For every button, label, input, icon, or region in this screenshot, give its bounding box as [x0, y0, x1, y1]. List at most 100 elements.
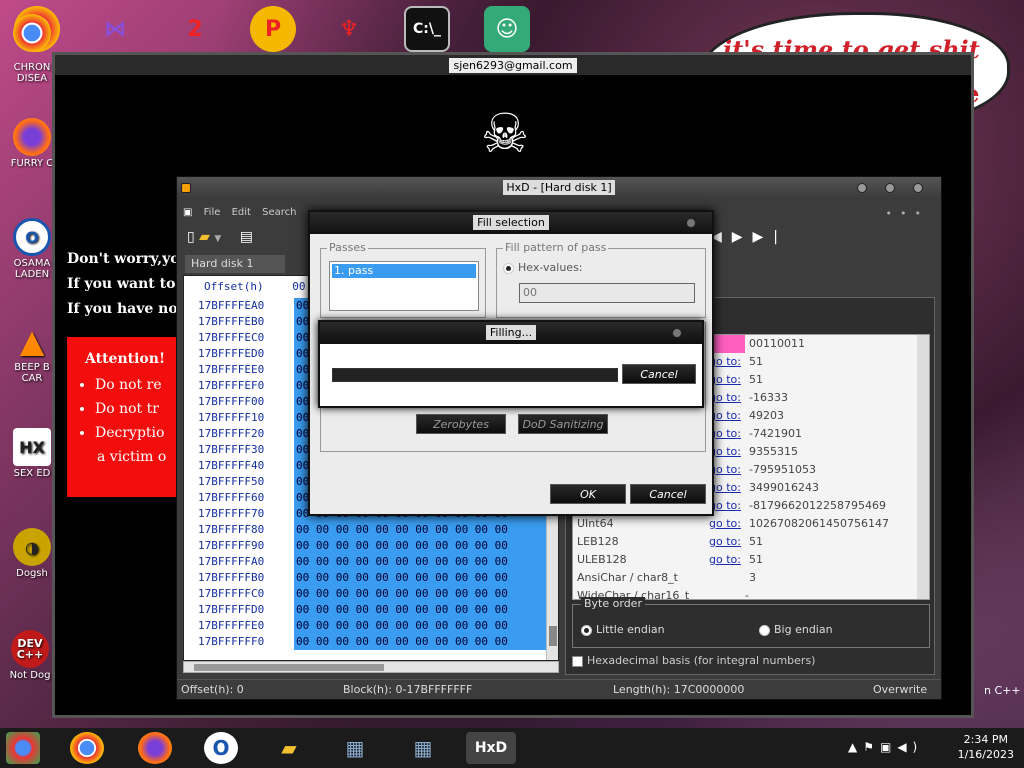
big-endian-radio[interactable]: Big endian: [759, 623, 833, 636]
maximize-button[interactable]: [885, 183, 895, 193]
hscroll-thumb[interactable]: [194, 664, 384, 671]
cancel-button[interactable]: Cancel: [630, 484, 706, 504]
hex-row-offset: 17BFFFFEE0: [198, 363, 265, 376]
pass-item[interactable]: 1. pass: [332, 264, 476, 278]
inspector-row[interactable]: UInt64 go to: 10267082061450756147: [573, 515, 929, 533]
little-endian-radio[interactable]: Little endian: [581, 623, 665, 636]
inspector-value: 3499016243: [749, 481, 819, 494]
menu-file[interactable]: File: [204, 207, 221, 218]
menu-icon: ▣: [183, 207, 193, 218]
desktop-icon-vlc[interactable]: ▲ BEEP B CAR: [6, 322, 58, 385]
attention-box: Attention! Do not re Do not tr Decryptio…: [67, 337, 179, 497]
zerobytes-button[interactable]: Zerobytes: [416, 414, 506, 434]
open-folder-icon[interactable]: ▰: [199, 229, 210, 245]
desktop-icon-hxd[interactable]: HX SEX ED: [6, 428, 58, 479]
save-icon[interactable]: ▤: [240, 229, 253, 245]
taskbar-chrome-icon[interactable]: [70, 732, 104, 764]
two-icon[interactable]: 2: [172, 6, 218, 52]
desktop-icon-dog[interactable]: ◑ Dogsh: [6, 528, 58, 579]
inspector-scrollbar[interactable]: [917, 335, 929, 599]
hex-row[interactable]: 17BFFFFFB0 00 00 00 00 00 00 00 00 00 00 …: [184, 570, 558, 586]
checkbox-icon: [572, 655, 583, 667]
visual-studio-icon[interactable]: ⋈: [92, 6, 138, 52]
hex-row-data[interactable]: 00 00 00 00 00 00 00 00 00 00 00: [294, 522, 546, 538]
hex-value-input[interactable]: 00: [519, 283, 695, 303]
mdi-window-controls[interactable]: •••: [886, 207, 929, 220]
hex-values-radio[interactable]: Hex-values:: [503, 261, 583, 274]
chrome-icon: [13, 14, 51, 52]
dod-sanitizing-button[interactable]: DoD Sanitizing: [518, 414, 608, 434]
hex-row[interactable]: 17BFFFFF80 00 00 00 00 00 00 00 00 00 00 …: [184, 522, 558, 538]
p-app-icon[interactable]: P: [250, 6, 296, 52]
menu-edit[interactable]: Edit: [232, 207, 251, 218]
ransom-line-2: If you want to: [67, 276, 176, 292]
hxd-title: HxD - [Hard disk 1]: [503, 180, 615, 195]
desktop-icon-obama[interactable]: O OSAMA LADEN: [6, 218, 58, 280]
hex-row[interactable]: 17BFFFFFF0 00 00 00 00 00 00 00 00 00 00 …: [184, 634, 558, 650]
menubar: ▣ File Edit Search: [183, 207, 304, 223]
hex-row-offset: 17BFFFFF70: [198, 507, 265, 520]
close-button[interactable]: [686, 218, 696, 228]
hex-basis-checkbox[interactable]: Hexadecimal basis (for integral numbers): [572, 654, 815, 667]
new-file-icon[interactable]: ▯: [187, 229, 195, 245]
taskbar-chrome-alt-icon[interactable]: [6, 732, 40, 764]
chevron-down-icon[interactable]: ▼: [214, 234, 221, 244]
inspector-row[interactable]: ULEB128 go to: 51: [573, 551, 929, 569]
taskbar-installer2-icon[interactable]: ▦: [406, 732, 440, 764]
hex-row[interactable]: 17BFFFFFE0 00 00 00 00 00 00 00 00 00 00 …: [184, 618, 558, 634]
hex-row-data[interactable]: 00 00 00 00 00 00 00 00 00 00 00: [294, 618, 546, 634]
inspector-value: 00110011: [749, 337, 805, 350]
hex-row-offset: 17BFFFFEC0: [198, 331, 265, 344]
taskbar-firefox-icon[interactable]: [138, 732, 172, 764]
hex-basis-label: Hexadecimal basis (for integral numbers): [587, 654, 816, 667]
cmd-icon[interactable]: C:\_: [404, 6, 450, 52]
desktop-icon-devcpp[interactable]: DEV C++ Not Dog: [4, 630, 56, 681]
skull-crossbones-icon: ☠: [480, 102, 530, 165]
goto-link[interactable]: go to:: [709, 533, 741, 551]
hex-row[interactable]: 17BFFFFFD0 00 00 00 00 00 00 00 00 00 00 …: [184, 602, 558, 618]
inspector-name: ULEB128: [577, 553, 627, 566]
hex-row[interactable]: 17BFFFFF90 00 00 00 00 00 00 00 00 00 00 …: [184, 538, 558, 554]
hex-row-data[interactable]: 00 00 00 00 00 00 00 00 00 00 00: [294, 570, 546, 586]
taskbar-obama-icon[interactable]: O: [204, 732, 238, 764]
inspector-value: -795951053: [749, 463, 816, 476]
hex-row-data[interactable]: 00 00 00 00 00 00 00 00 00 00 00: [294, 538, 546, 554]
tab-hard-disk-1[interactable]: Hard disk 1: [185, 255, 285, 273]
filling-cancel-button[interactable]: Cancel: [622, 364, 696, 384]
ok-button[interactable]: OK: [550, 484, 626, 504]
hex-row-offset: 17BFFFFFD0: [198, 603, 265, 616]
goto-link[interactable]: go to:: [709, 551, 741, 569]
hex-row-data[interactable]: 00 00 00 00 00 00 00 00 00 00 00: [294, 586, 546, 602]
inspector-value: -7421901: [749, 427, 802, 440]
passes-list[interactable]: 1. pass: [329, 261, 479, 311]
taskbar-hxd-icon[interactable]: HxD: [466, 732, 516, 764]
taskbar-installer-icon[interactable]: ▦: [338, 732, 372, 764]
inspector-row[interactable]: AnsiChar / char8_t 3: [573, 569, 929, 587]
red-demon-icon[interactable]: ♆: [326, 6, 372, 52]
menu-search[interactable]: Search: [262, 207, 296, 218]
clock-date: 1/16/2023: [957, 748, 1014, 761]
hex-row[interactable]: 17BFFFFFA0 00 00 00 00 00 00 00 00 00 00 …: [184, 554, 558, 570]
hex-horizontal-scrollbar[interactable]: [183, 661, 559, 673]
taskbar-explorer-icon[interactable]: ▰: [272, 732, 306, 764]
desktop-icon-chrome[interactable]: CHRON DISEA: [6, 14, 58, 84]
hex-row-offset: 17BFFFFF30: [198, 443, 265, 456]
goto-link[interactable]: go to:: [709, 515, 741, 533]
tray-clock[interactable]: 2:34 PM 1/16/2023: [958, 732, 1014, 762]
hex-row-data[interactable]: 00 00 00 00 00 00 00 00 00 00 00: [294, 602, 546, 618]
status-mode: Overwrite: [873, 683, 928, 696]
nav-buttons[interactable]: ◀▶▶|: [711, 229, 788, 245]
hex-row-data[interactable]: 00 00 00 00 00 00 00 00 00 00 00: [294, 634, 546, 650]
inspector-row[interactable]: LEB128 go to: 51: [573, 533, 929, 551]
hex-row-data[interactable]: 00 00 00 00 00 00 00 00 00 00 00: [294, 554, 546, 570]
close-button[interactable]: [913, 183, 923, 193]
little-endian-label: Little endian: [596, 623, 665, 636]
scroll-thumb[interactable]: [549, 626, 557, 646]
close-button[interactable]: [672, 328, 682, 338]
desktop-icon-firefox[interactable]: FURRY C: [6, 118, 58, 169]
hex-row[interactable]: 17BFFFFFC0 00 00 00 00 00 00 00 00 00 00 …: [184, 586, 558, 602]
passes-label: Passes: [327, 241, 368, 254]
santa-icon[interactable]: ☺: [484, 6, 530, 52]
minimize-button[interactable]: [857, 183, 867, 193]
tray-icons[interactable]: ▲⚑▣◀): [848, 740, 923, 754]
